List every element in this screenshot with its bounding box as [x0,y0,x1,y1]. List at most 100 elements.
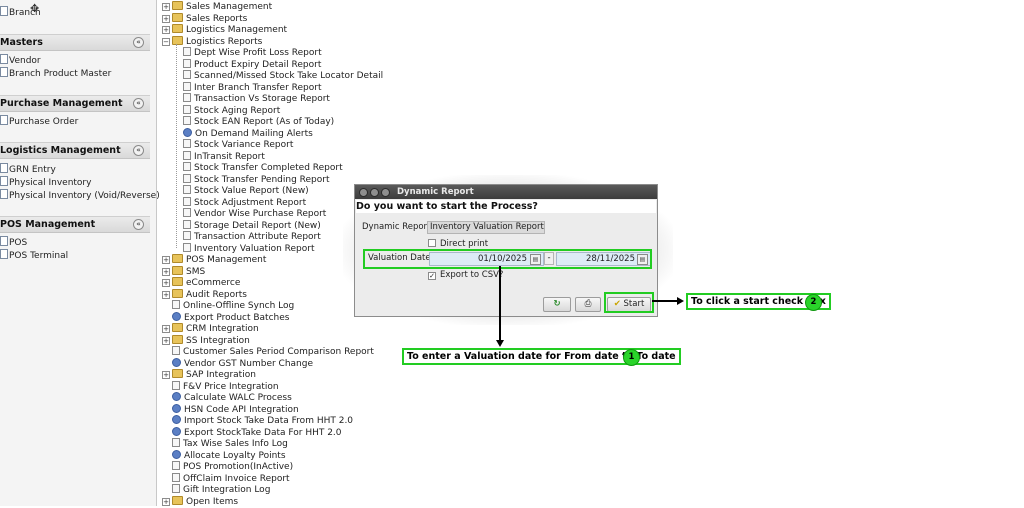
tree-item[interactable]: − Logistics Reports [162,35,262,47]
nav-item-purchase-order[interactable]: Purchase Order [0,115,78,128]
expand-node-icon[interactable]: + [162,279,170,287]
collapse-node-icon[interactable]: − [162,37,170,46]
expand-node-icon[interactable]: + [162,267,170,276]
tree-item[interactable]: Inventory Valuation Report [183,242,315,254]
report-page-icon [183,81,191,91]
tree-item[interactable]: InTransit Report [183,150,265,162]
tree-item[interactable]: Product Expiry Detail Report [183,58,321,70]
tree-item[interactable]: Inter Branch Transfer Report [183,81,321,93]
tree-item-label: Transaction Attribute Report [194,232,321,242]
expand-node-icon[interactable]: + [162,371,170,379]
process-gear-icon [172,311,181,321]
tree-item[interactable]: POS Promotion(InActive) [162,461,293,472]
tree-item-label: Vendor GST Number Change [184,358,313,369]
collapse-icon[interactable]: « [133,37,144,48]
tree-item[interactable]: Storage Detail Report (New) [183,219,321,231]
tree-item[interactable]: Scanned/Missed Stock Take Locator Detail [183,70,383,81]
tree-item[interactable]: F&V Price Integration [162,380,279,392]
section-header-masters[interactable]: Masters « [0,34,150,51]
dialog-title-bar[interactable]: Dynamic Report [355,185,657,199]
tree-item[interactable]: OffClaim Invoice Report [162,472,290,484]
tree-item-label: Tax Wise Sales Info Log [183,439,288,449]
expand-node-icon[interactable]: + [162,3,170,11]
tree-item[interactable]: + Logistics Management [162,24,287,35]
expand-node-icon[interactable]: + [162,497,170,506]
tree-item[interactable]: Customer Sales Period Comparison Report [162,346,374,357]
tree-item[interactable]: Stock EAN Report (As of Today) [183,116,334,127]
folder-icon [172,265,183,275]
minimize-window-icon[interactable] [370,188,379,197]
expand-node-icon[interactable]: + [162,26,170,34]
checkbox-box[interactable] [428,239,436,247]
print-button[interactable]: ⎙ [575,297,601,312]
tree-item[interactable]: Stock Value Report (New) [183,185,309,196]
collapse-icon[interactable]: « [133,145,144,156]
checkbox-box[interactable]: ✓ [428,272,436,280]
tree-item[interactable]: + CRM Integration [162,323,259,334]
tree-item[interactable]: Vendor GST Number Change [162,357,313,369]
tree-item[interactable]: On Demand Mailing Alerts [183,127,313,139]
expand-node-icon[interactable]: + [162,14,170,23]
report-page-icon [172,472,180,482]
tree-item[interactable]: Online-Offline Synch Log [162,300,294,311]
tree-item[interactable]: Stock Transfer Pending Report [183,173,330,185]
nav-item-vendor[interactable]: Vendor [0,54,41,67]
section-header-purchase[interactable]: Purchase Management « [0,95,150,112]
nav-item-grn-entry[interactable]: GRN Entry [0,163,56,176]
maximize-window-icon[interactable] [381,188,390,197]
tree-item[interactable]: + Audit Reports [162,288,247,300]
report-page-icon [172,346,180,355]
tree-item[interactable]: + SMS [162,265,205,277]
tree-item[interactable]: Dept Wise Profit Loss Report [183,47,322,58]
page-icon [0,6,8,16]
expand-node-icon[interactable]: + [162,256,170,264]
tree-item[interactable]: + POS Management [162,254,266,265]
collapse-icon[interactable]: « [133,219,144,230]
tree-item[interactable]: + Sales Management [162,1,272,12]
nav-item-physical-inventory-void[interactable]: Physical Inventory (Void/Reverse) [0,189,160,202]
tree-item[interactable]: Tax Wise Sales Info Log [162,438,288,449]
expand-node-icon[interactable]: + [162,336,170,345]
tree-item[interactable]: Vendor Wise Purchase Report [183,208,326,219]
tree-item[interactable]: + Sales Reports [162,12,247,24]
tree-item[interactable]: Export StockTake Data For HHT 2.0 [162,426,342,438]
report-page-icon [183,162,191,171]
tree-item-label: Logistics Management [186,25,288,35]
tree-item[interactable]: + SS Integration [162,334,250,346]
close-window-icon[interactable] [359,188,368,197]
nav-item-pos[interactable]: POS [0,236,27,249]
nav-item-branch-product-master[interactable]: Branch Product Master [0,67,111,80]
nav-item-branch[interactable]: Branch [0,6,41,19]
tree-item[interactable]: Stock Aging Report [183,104,280,116]
export-csv-checkbox[interactable]: ✓ Export to CSV? [428,270,503,280]
tree-item[interactable]: Import Stock Take Data From HHT 2.0 [162,415,353,426]
tree-item[interactable]: Stock Transfer Completed Report [183,162,343,173]
tree-item[interactable]: Export Product Batches [162,311,289,323]
direct-print-checkbox[interactable]: Direct print [428,239,488,249]
tree-item[interactable]: + eCommerce [162,277,240,288]
nav-item-physical-inventory[interactable]: Physical Inventory [0,176,91,189]
tree-item[interactable]: + SAP Integration [162,369,256,380]
report-page-icon [172,438,180,447]
refresh-button[interactable]: ↻ [543,297,571,312]
tree-item[interactable]: Stock Adjustment Report [183,196,306,208]
expand-node-icon[interactable]: + [162,290,170,299]
collapse-icon[interactable]: « [133,98,144,109]
tree-item[interactable]: Allocate Loyalty Points [162,449,286,461]
folder-icon [172,369,183,378]
tree-item[interactable]: Calculate WALC Process [162,392,292,403]
section-header-logistics[interactable]: Logistics Management « [0,142,150,159]
tree-item[interactable]: + Open Items [162,495,238,507]
report-page-icon [183,116,191,125]
tree-item-label: Inventory Valuation Report [194,243,315,254]
tree-item[interactable]: Transaction Attribute Report [183,231,321,242]
nav-item-pos-terminal[interactable]: POS Terminal [0,249,68,262]
tree-item[interactable]: Gift Integration Log [162,484,270,495]
tree-item[interactable]: Stock Variance Report [183,139,293,150]
tree-item[interactable]: HSN Code API Integration [162,403,299,415]
section-header-pos[interactable]: POS Management « [0,216,150,233]
tree-item[interactable]: Transaction Vs Storage Report [183,93,330,104]
report-page-icon [183,93,191,102]
expand-node-icon[interactable]: + [162,325,170,333]
report-page-icon [172,484,180,493]
